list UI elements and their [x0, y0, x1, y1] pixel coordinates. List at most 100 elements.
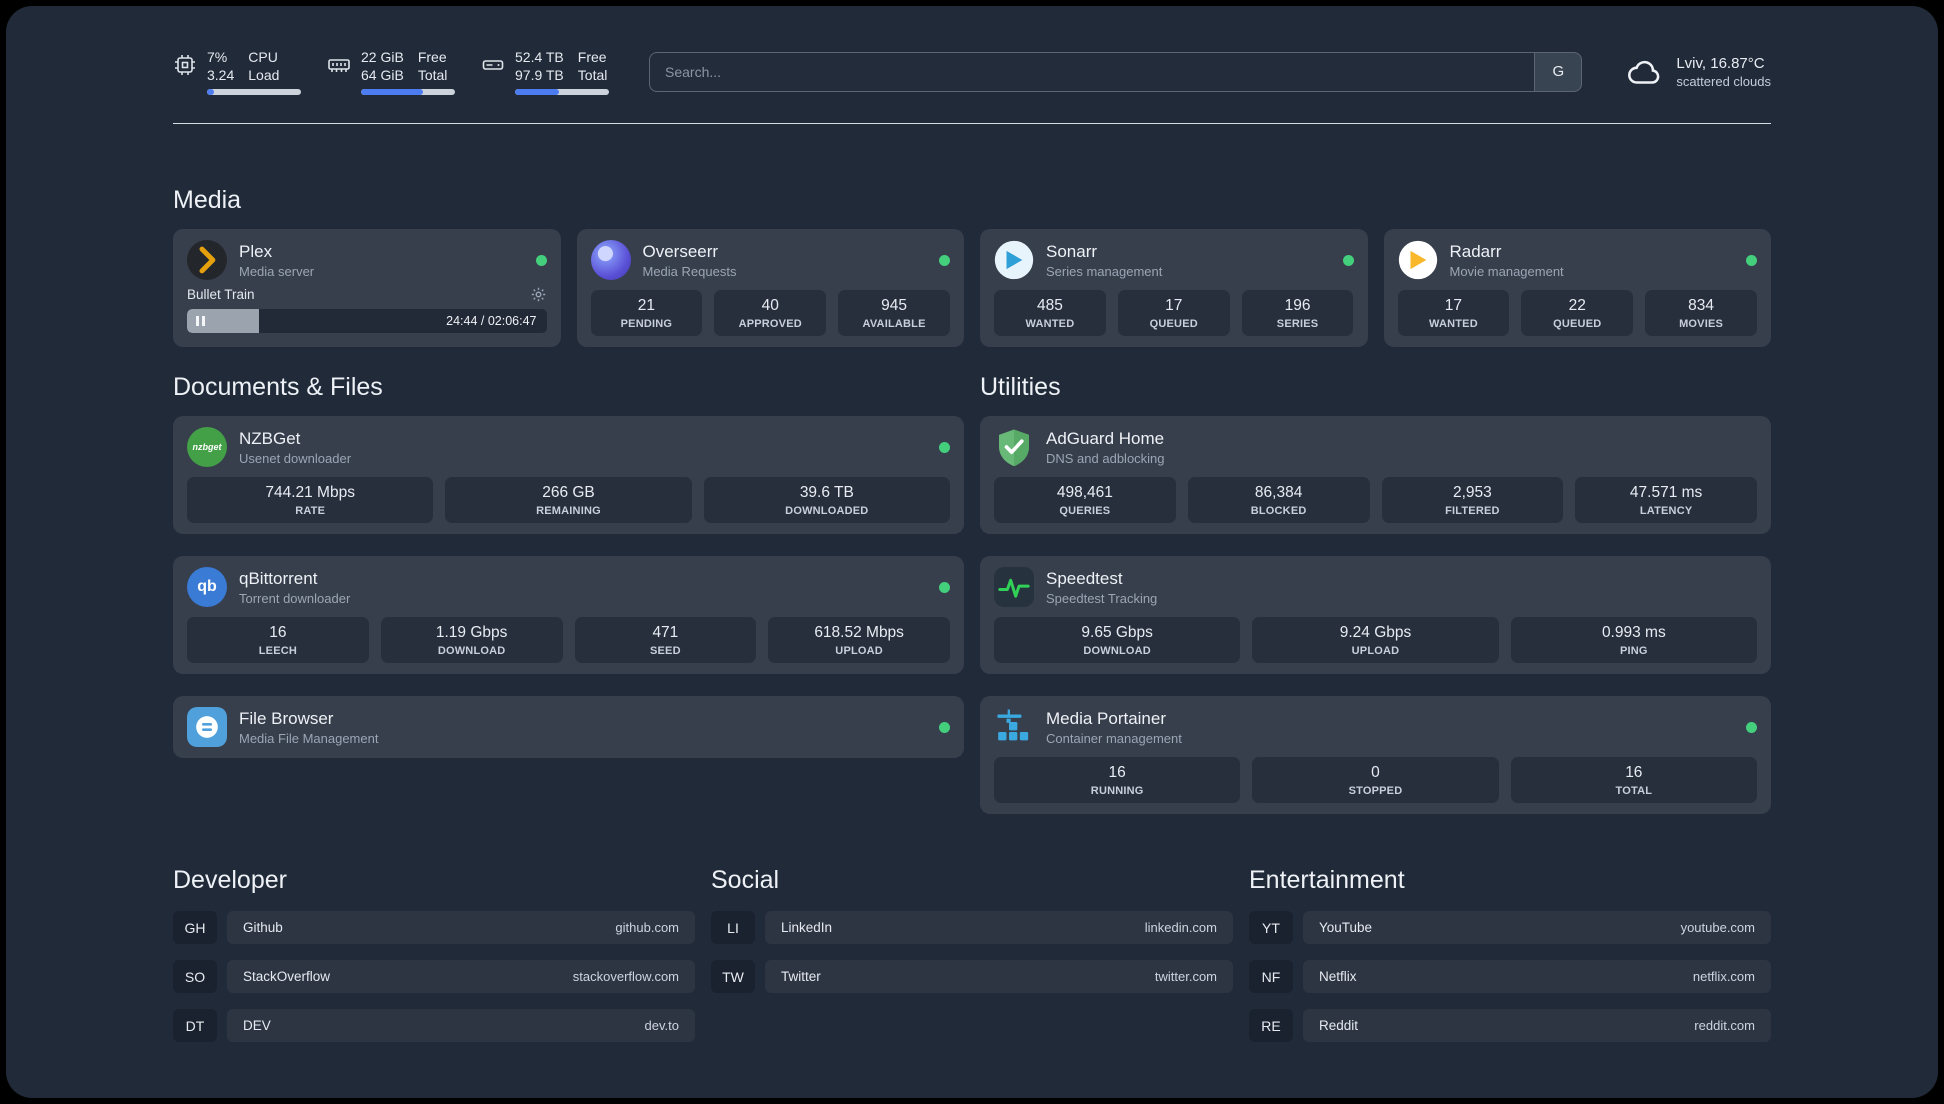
- app-card-sonarr[interactable]: Sonarr Series management 485 WANTED 17 Q…: [980, 229, 1368, 348]
- bookmark-abbr-stackoverflow[interactable]: SO: [173, 960, 217, 994]
- disk-usage-bar: [515, 89, 609, 96]
- bookmark-link-github[interactable]: Github github.com: [227, 911, 695, 945]
- cpu-icon: [173, 53, 197, 77]
- bookmark-group-entertainment: Entertainment YT YouTube youtube.com NF …: [1249, 866, 1771, 1043]
- bookmark-link-youtube[interactable]: YouTube youtube.com: [1303, 911, 1771, 945]
- bookmark-row: LI LinkedIn linkedin.com: [711, 911, 1233, 945]
- bookmark-row: YT YouTube youtube.com: [1249, 911, 1771, 945]
- ram-total-label: Total: [417, 67, 448, 84]
- pause-icon[interactable]: [196, 316, 205, 327]
- stat-label: QUEUED: [1149, 318, 1198, 331]
- bookmark-abbr-netflix[interactable]: NF: [1249, 960, 1293, 994]
- stat-value: 17: [1444, 297, 1463, 315]
- stat-label: DOWNLOAD: [437, 645, 506, 658]
- bookmark-url: twitter.com: [1154, 969, 1217, 985]
- stat-label: TOTAL: [1615, 785, 1653, 798]
- stat-value: 86,384: [1254, 484, 1303, 502]
- stat-label: QUERIES: [1059, 505, 1111, 518]
- stat-approved: 40 APPROVED: [714, 290, 827, 337]
- stat-label: LATENCY: [1639, 505, 1693, 518]
- bookmark-abbr-twitter[interactable]: TW: [711, 960, 755, 994]
- app-subtitle: Torrent downloader: [239, 590, 351, 606]
- bookmark-row: TW Twitter twitter.com: [711, 960, 1233, 994]
- stat-total: 16 TOTAL: [1510, 757, 1757, 804]
- stat-label: PENDING: [620, 318, 673, 331]
- cloud-icon: [1626, 57, 1664, 87]
- stats-row: 744.21 Mbps RATE 266 GB REMAINING 39.6 T…: [187, 477, 950, 524]
- app-name: AdGuard Home: [1046, 428, 1165, 448]
- bookmark-name: Github: [243, 920, 283, 936]
- now-playing-title: Bullet Train: [187, 287, 255, 303]
- bookmark-name: StackOverflow: [243, 969, 331, 985]
- bookmark-link-linkedin[interactable]: LinkedIn linkedin.com: [765, 911, 1233, 945]
- gear-icon[interactable]: [530, 286, 547, 303]
- app-name: Speedtest: [1046, 568, 1123, 588]
- bookmark-link-reddit[interactable]: Reddit reddit.com: [1303, 1009, 1771, 1043]
- app-subtitle: DNS and adblocking: [1046, 450, 1165, 466]
- bookmark-link-twitter[interactable]: Twitter twitter.com: [765, 960, 1233, 994]
- stat-queued: 17 QUEUED: [1117, 290, 1230, 337]
- app-card-plex[interactable]: Plex Media server Bullet Train 24:44 / 0…: [173, 229, 561, 348]
- stats-row: 21 PENDING 40 APPROVED 945 AVAILABLE: [590, 290, 951, 337]
- bookmark-abbr-youtube[interactable]: YT: [1249, 911, 1293, 945]
- app-card-radarr[interactable]: Radarr Movie management 17 WANTED 22 QUE…: [1383, 229, 1771, 348]
- stat-rate: 744.21 Mbps RATE: [187, 477, 434, 524]
- app-card-overseerr[interactable]: Overseerr Media Requests 21 PENDING 40 A…: [576, 229, 964, 348]
- card-header: Media Portainer Container management: [994, 707, 1757, 747]
- stat-label: PING: [1619, 645, 1648, 658]
- stat-value: 196: [1284, 297, 1311, 315]
- bookmark-name: DEV: [243, 1018, 271, 1034]
- search-engine-button[interactable]: G: [1534, 51, 1583, 92]
- app-subtitle: Media Requests: [642, 263, 737, 279]
- bookmark-link-netflix[interactable]: Netflix netflix.com: [1303, 960, 1771, 994]
- search-bar: G: [649, 51, 1583, 92]
- stat-leech: 16 LEECH: [187, 617, 369, 664]
- stat-movies: 834 MOVIES: [1645, 290, 1757, 337]
- stat-label: REMAINING: [536, 505, 601, 518]
- app-card-filebrowser[interactable]: File Browser Media File Management: [173, 696, 964, 759]
- app-card-qbittorrent[interactable]: qb qBittorrent Torrent downloader 16 LEE…: [173, 556, 964, 675]
- app-card-adguard[interactable]: AdGuard Home DNS and adblocking 498,461 …: [980, 416, 1771, 535]
- bookmark-link-stackoverflow[interactable]: StackOverflow stackoverflow.com: [227, 960, 695, 994]
- stat-value: 0.993 ms: [1601, 624, 1666, 642]
- stat-upload: 618.52 Mbps UPLOAD: [768, 617, 950, 664]
- stat-label: QUEUED: [1553, 318, 1602, 331]
- app-card-nzbget[interactable]: nzbget NZBGet Usenet downloader 744.21 M…: [173, 416, 964, 535]
- section-title-developer: Developer: [173, 866, 287, 895]
- stat-value: 16: [1108, 764, 1126, 782]
- bookmark-abbr-dev[interactable]: DT: [173, 1009, 217, 1043]
- stat-value: 17: [1165, 297, 1183, 315]
- stat-latency: 47.571 ms LATENCY: [1575, 477, 1757, 524]
- stat-value: 485: [1036, 297, 1063, 315]
- bookmark-abbr-reddit[interactable]: RE: [1249, 1009, 1293, 1043]
- bookmark-abbr-github[interactable]: GH: [173, 911, 217, 945]
- status-dot-online: [939, 254, 950, 266]
- search-input[interactable]: [649, 51, 1535, 92]
- stat-remaining: 266 GB REMAINING: [445, 477, 692, 524]
- bookmark-row: RE Reddit reddit.com: [1249, 1009, 1771, 1043]
- stat-value: 16: [269, 624, 287, 642]
- stat-value: 0: [1371, 764, 1380, 782]
- weather-widget[interactable]: Lviv, 16.87°C scattered clouds: [1626, 55, 1771, 89]
- stats-row: 16 LEECH 1.19 Gbps DOWNLOAD 471 SEED 618…: [187, 617, 950, 664]
- media-grid: Plex Media server Bullet Train 24:44 / 0…: [173, 229, 1771, 348]
- stat-value: 1.19 Gbps: [435, 624, 508, 642]
- app-name: Radarr: [1449, 241, 1502, 261]
- stat-label: BLOCKED: [1250, 505, 1307, 518]
- app-card-speedtest[interactable]: Speedtest Speedtest Tracking 9.65 Gbps D…: [980, 556, 1771, 675]
- stat-queued: 22 QUEUED: [1521, 290, 1634, 337]
- stat-label: MOVIES: [1679, 318, 1724, 331]
- stat-label: FILTERED: [1445, 505, 1500, 518]
- stat-value: 498,461: [1056, 484, 1113, 502]
- portainer-icon: [994, 707, 1034, 747]
- stat-wanted: 485 WANTED: [994, 290, 1106, 337]
- ram-free-value: 22 GiB: [361, 49, 404, 65]
- app-card-portainer[interactable]: Media Portainer Container management 16 …: [980, 696, 1771, 815]
- bookmark-url: stackoverflow.com: [572, 969, 679, 985]
- bookmark-link-dev[interactable]: DEV dev.to: [227, 1009, 695, 1043]
- playback-progress-bar[interactable]: 24:44 / 02:06:47: [187, 309, 547, 334]
- cpu-label: CPU: [248, 49, 278, 65]
- qbittorrent-icon: qb: [187, 567, 227, 608]
- bookmark-abbr-linkedin[interactable]: LI: [711, 911, 755, 945]
- sonarr-icon: [994, 240, 1034, 280]
